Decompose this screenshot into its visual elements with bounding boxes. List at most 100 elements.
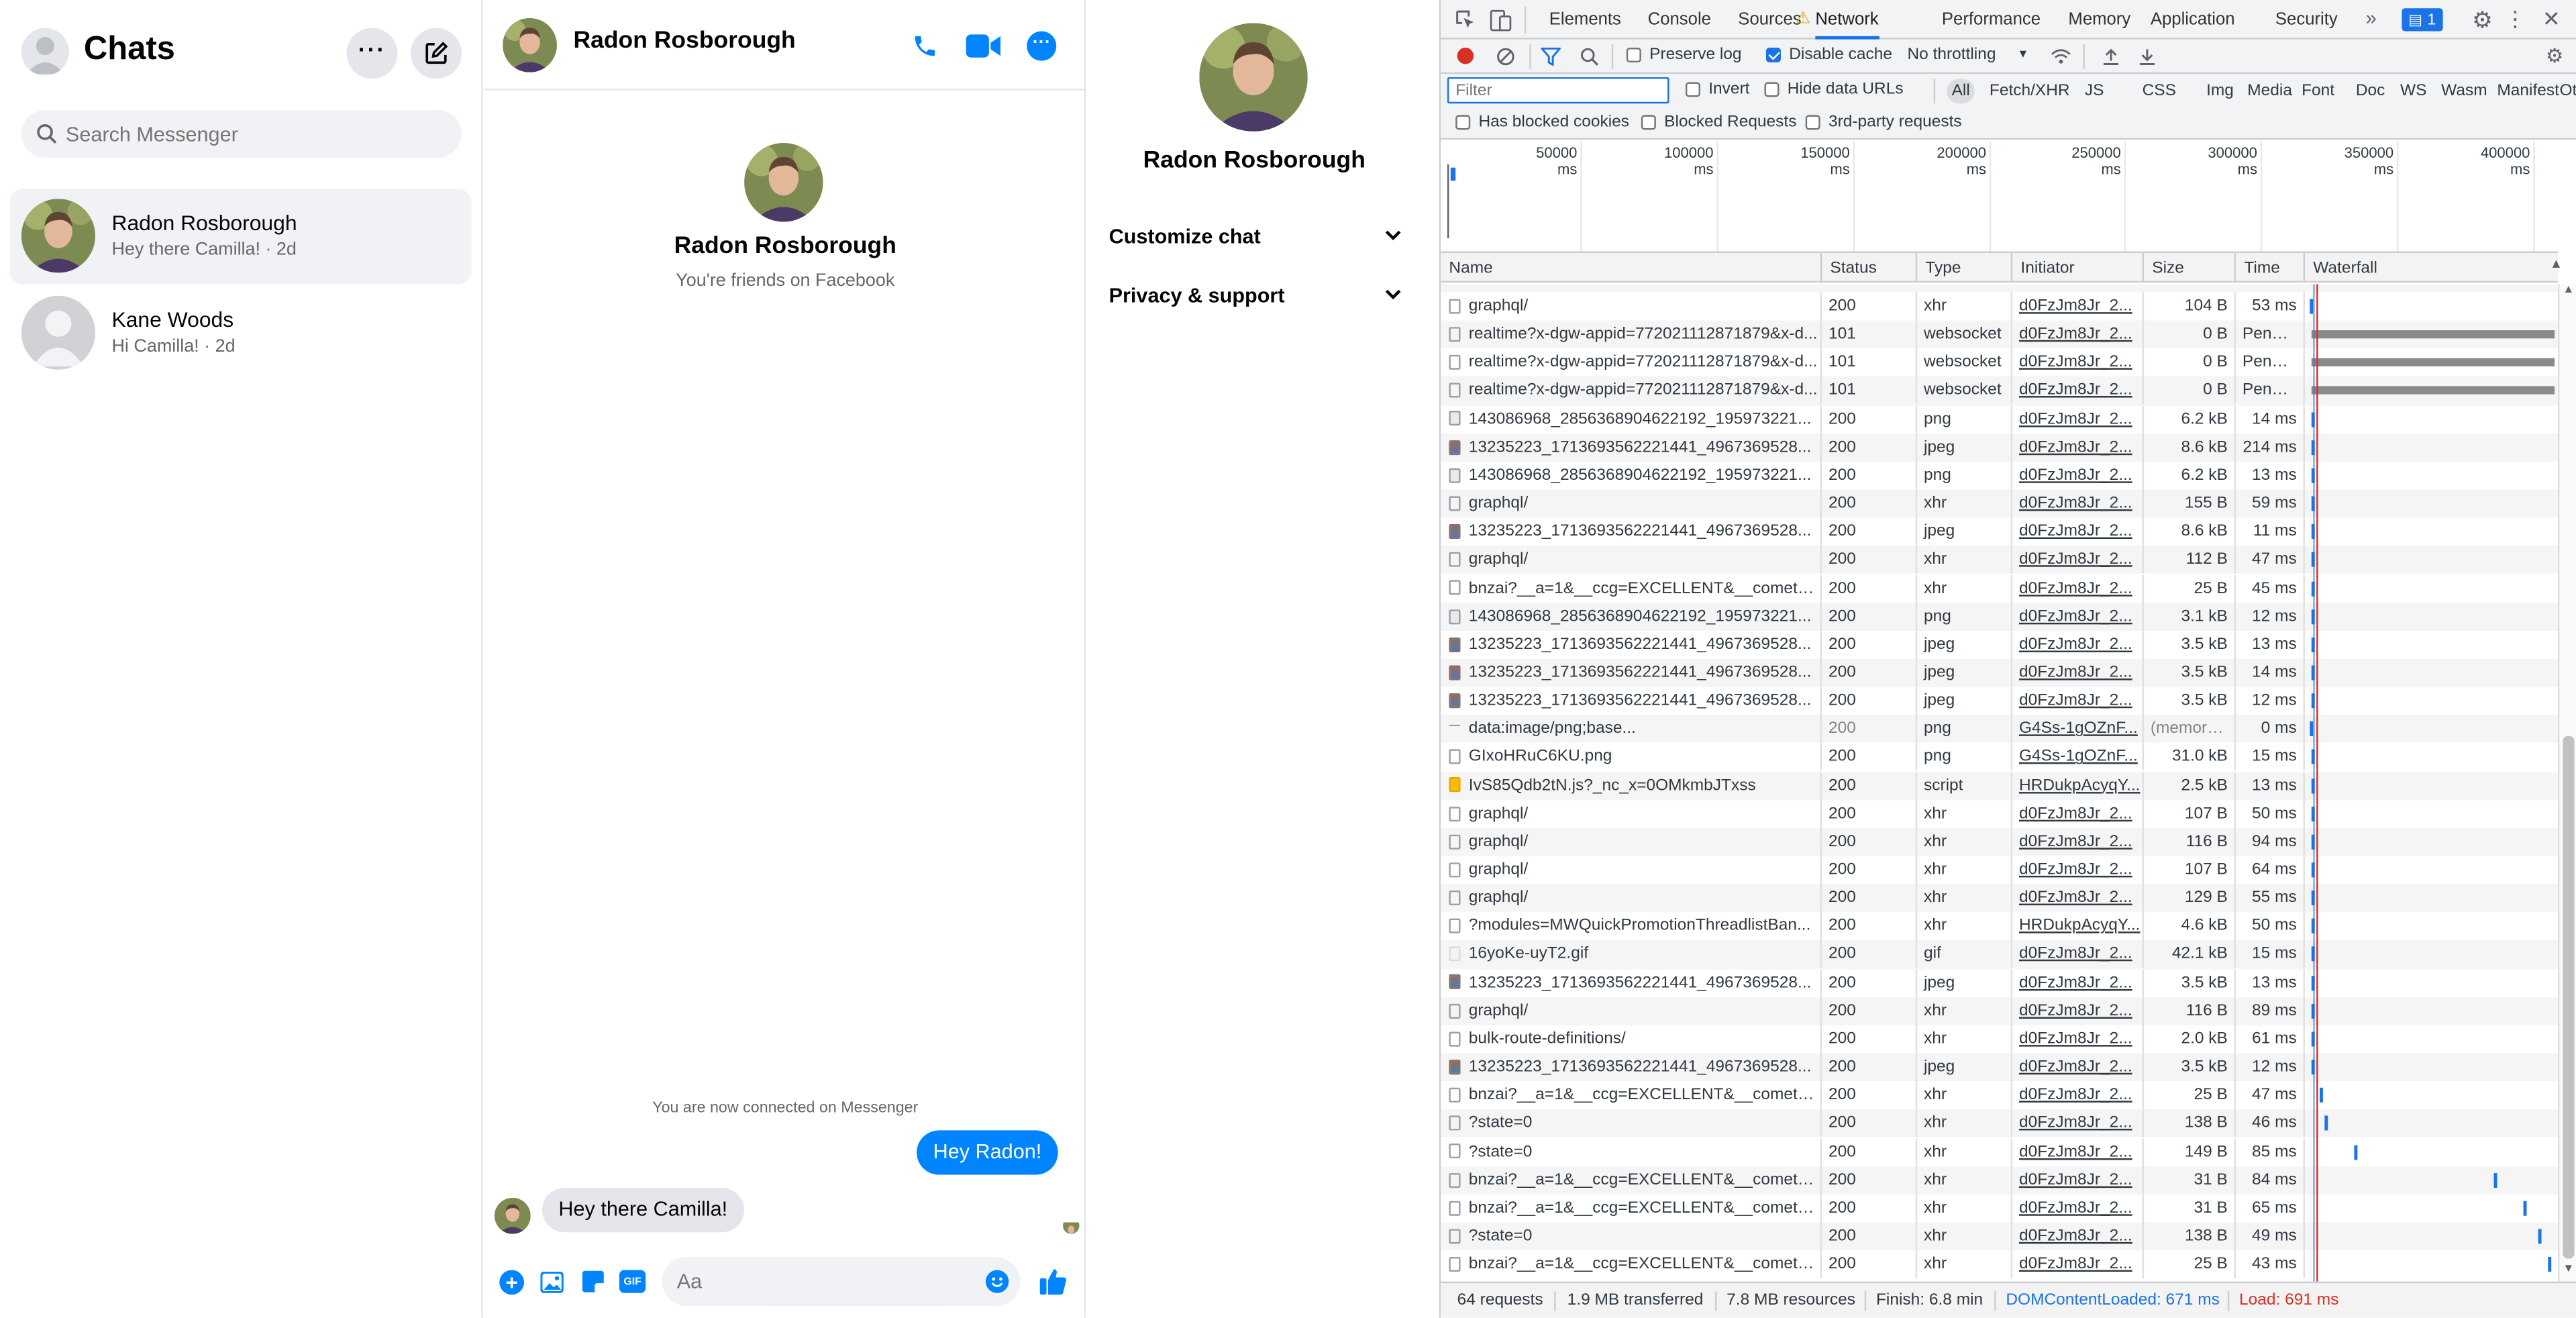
table-row[interactable]: 143086968_2856368904622192_195973221... 2… bbox=[1441, 602, 2559, 631]
tab-console[interactable]: Console bbox=[1648, 0, 1711, 38]
cell-initiator[interactable]: d0FzJm8Jr_2... bbox=[2012, 1081, 2145, 1110]
cell-initiator[interactable]: d0FzJm8Jr_2... bbox=[2012, 433, 2145, 462]
invert-checkbox[interactable]: Invert bbox=[1685, 81, 1749, 99]
table-row[interactable]: data:image/png;base... 200 png G4Ss-1gOZnF.… bbox=[1441, 715, 2559, 744]
cell-initiator[interactable]: d0FzJm8Jr_2... bbox=[2012, 292, 2145, 321]
cell-initiator[interactable]: d0FzJm8Jr_2... bbox=[2012, 1222, 2145, 1251]
type-filter-all[interactable]: All bbox=[1947, 79, 1975, 104]
column-header-size[interactable]: Size bbox=[2144, 253, 2236, 283]
message-input-wrapper[interactable] bbox=[662, 1256, 1021, 1307]
checkbox[interactable] bbox=[1685, 82, 1700, 97]
cell-initiator[interactable]: d0FzJm8Jr_2... bbox=[2012, 856, 2145, 884]
cell-initiator[interactable]: G4Ss-1gOZnF... bbox=[2012, 743, 2145, 772]
table-row[interactable]: bnzai?__a=1&__ccg=EXCELLENT&__comet_re..… bbox=[1441, 1081, 2558, 1110]
filter-input[interactable] bbox=[1447, 77, 1669, 104]
tab-memory[interactable]: Memory bbox=[2068, 0, 2130, 38]
checkbox[interactable] bbox=[1455, 115, 1471, 130]
cell-initiator[interactable]: d0FzJm8Jr_2... bbox=[2012, 1025, 2145, 1054]
network-settings-button[interactable]: ⚙ bbox=[2543, 44, 2566, 67]
record-button[interactable] bbox=[1457, 48, 1474, 64]
table-row[interactable]: bnzai?__a=1&__ccg=EXCELLENT&__comet_re..… bbox=[1441, 574, 2558, 603]
customize-devtools-button[interactable]: ⋮ bbox=[2504, 7, 2526, 33]
device-toolbar-button[interactable] bbox=[1488, 8, 1511, 31]
sticker-button[interactable] bbox=[580, 1268, 606, 1295]
table-row[interactable]: 16yoKe-uyT2.gif 200 gif d0FzJm8Jr_2... 42.1 … bbox=[1441, 940, 2559, 969]
audio-call-button[interactable] bbox=[909, 30, 941, 62]
tab-performance[interactable]: Performance bbox=[1942, 0, 2041, 38]
table-row[interactable]: ?state=0 200 xhr d0FzJm8Jr_2... 138 B 46 ms bbox=[1441, 1109, 2559, 1138]
table-row[interactable]: graphql/200 xhr d0FzJm8Jr_2... 155 B 59 ms bbox=[1441, 489, 2559, 518]
table-row[interactable]: 13235223_1713693562221441_4967369528... 2… bbox=[1441, 433, 2559, 462]
table-row[interactable]: graphql/200 xhr d0FzJm8Jr_2... 129 B 55 ms bbox=[1441, 884, 2559, 913]
has-blocked-cookies-checkbox[interactable]: Has blocked cookies bbox=[1455, 113, 1629, 132]
cell-initiator[interactable]: d0FzJm8Jr_2... bbox=[2012, 461, 2145, 490]
table-row[interactable]: graphql/200 xhr d0FzJm8Jr_2... 104 B 53 ms bbox=[1441, 292, 2558, 321]
cell-initiator[interactable]: d0FzJm8Jr_2... bbox=[2012, 320, 2145, 349]
message-bubble-incoming[interactable]: Hey there Camilla! bbox=[542, 1188, 744, 1233]
chat-item-kane[interactable]: Kane Woods Hi Camilla! · 2d bbox=[10, 286, 472, 381]
type-filter-other[interactable]: Other bbox=[2555, 79, 2576, 104]
table-row[interactable]: bnzai?__a=1&__ccg=EXCELLENT&__comet_re..… bbox=[1441, 1250, 2558, 1279]
table-scrollbar[interactable]: ▲ ▼ bbox=[2558, 284, 2576, 1282]
type-filter-js[interactable]: JS bbox=[2080, 79, 2109, 104]
conversation-info-button[interactable]: ··· bbox=[1027, 31, 1057, 61]
table-row[interactable]: 13235223_1713693562221441_4967369528... 2… bbox=[1441, 687, 2558, 715]
cell-initiator[interactable]: d0FzJm8Jr_2... bbox=[2012, 968, 2145, 997]
cell-initiator[interactable]: d0FzJm8Jr_2... bbox=[2012, 799, 2145, 828]
header-avatar[interactable] bbox=[503, 17, 557, 72]
network-overview[interactable]: 50000 ms 100000 ms 150000 ms 200000 ms 25000… bbox=[1441, 141, 2576, 252]
type-filter-img[interactable]: Img bbox=[2202, 79, 2239, 104]
type-filter-wasm[interactable]: Wasm bbox=[2436, 79, 2492, 104]
tab-sources[interactable]: Sources bbox=[1738, 0, 1801, 38]
scroll-down-icon[interactable]: ▼ bbox=[2563, 1264, 2574, 1275]
attach-photo-button[interactable] bbox=[539, 1268, 565, 1295]
type-filter-ws[interactable]: WS bbox=[2395, 79, 2432, 104]
section-privacy-support[interactable]: Privacy & support bbox=[1109, 279, 1408, 312]
checkbox[interactable] bbox=[1626, 48, 1641, 63]
table-row[interactable]: graphql/200 xhr d0FzJm8Jr_2... 116 B 89 ms bbox=[1441, 997, 2559, 1025]
table-row[interactable]: 13235223_1713693562221441_4967369528... 2… bbox=[1441, 1053, 2559, 1082]
table-row[interactable]: 13235223_1713693562221441_4967369528... 2… bbox=[1441, 517, 2558, 546]
table-row[interactable]: ?modules=MWQuickPromotionThreadlistBan..… bbox=[1441, 912, 2558, 941]
type-filter-font[interactable]: Font bbox=[2297, 79, 2340, 104]
section-customize-chat[interactable]: Customize chat bbox=[1109, 220, 1408, 253]
cell-initiator[interactable]: d0FzJm8Jr_2... bbox=[2012, 489, 2145, 518]
table-row[interactable]: graphql/200 xhr d0FzJm8Jr_2... 112 B 47 ms bbox=[1441, 546, 2559, 574]
cell-initiator[interactable]: d0FzJm8Jr_2... bbox=[2012, 997, 2145, 1025]
table-row[interactable]: realtime?x-dgw-appid=772021112871879&x-d… bbox=[1441, 376, 2559, 405]
chat-item-radon[interactable]: Radon Rosborough Hey there Camilla! · 2d bbox=[9, 189, 472, 285]
settings-button[interactable]: ⚙ bbox=[2469, 6, 2495, 33]
search-field[interactable] bbox=[21, 110, 462, 158]
cell-initiator[interactable]: d0FzJm8Jr_2... bbox=[2012, 884, 2145, 913]
cell-initiator[interactable]: G4Ss-1gOZnF... bbox=[2012, 715, 2145, 744]
type-filter-manifest[interactable]: Manifest bbox=[2492, 79, 2564, 104]
table-row[interactable]: ?state=0 200 xhr d0FzJm8Jr_2... 149 B 85 ms bbox=[1441, 1137, 2558, 1166]
checkbox[interactable] bbox=[1765, 48, 1781, 63]
third-party-checkbox[interactable]: 3rd-party requests bbox=[1805, 113, 1962, 132]
type-filter-fetchxhr[interactable]: Fetch/XHR bbox=[1985, 79, 2075, 104]
disable-cache-checkbox[interactable]: Disable cache bbox=[1765, 46, 1892, 64]
throttling-select[interactable]: No throttling ▼ bbox=[1907, 46, 2028, 64]
video-call-button[interactable] bbox=[964, 30, 1004, 62]
cell-initiator[interactable]: HRDukpAcyqY... bbox=[2012, 912, 2145, 941]
table-row[interactable]: IvS85Qdb2tN.js?_nc_x=0OMkmbJTxss 200 scrip… bbox=[1441, 771, 2559, 800]
inspect-element-button[interactable] bbox=[1454, 8, 1477, 31]
cell-initiator[interactable]: d0FzJm8Jr_2... bbox=[2012, 827, 2145, 856]
message-bubble-outgoing[interactable]: Hey Radon! bbox=[917, 1130, 1058, 1175]
column-header-name[interactable]: Name bbox=[1441, 253, 1822, 283]
message-input[interactable] bbox=[676, 1270, 973, 1293]
table-row[interactable]: bnzai?__a=1&__ccg=EXCELLENT&__comet_re..… bbox=[1441, 1166, 2559, 1195]
column-header-time[interactable]: Time bbox=[2236, 253, 2305, 283]
cell-initiator[interactable]: d0FzJm8Jr_2... bbox=[2012, 1137, 2145, 1166]
table-row[interactable]: bnzai?__a=1&__ccg=EXCELLENT&__comet_re..… bbox=[1441, 1194, 2558, 1223]
header-name[interactable]: Radon Rosborough bbox=[573, 28, 795, 54]
issues-badge[interactable]: ▤ 1 bbox=[2402, 8, 2443, 32]
close-devtools-button[interactable]: ✕ bbox=[2538, 7, 2565, 33]
column-header-initiator[interactable]: Initiator bbox=[2012, 253, 2145, 283]
more-tabs-button[interactable]: » bbox=[2366, 7, 2377, 30]
cell-initiator[interactable]: d0FzJm8Jr_2... bbox=[2012, 348, 2145, 377]
table-row[interactable]: graphql/200 xhr d0FzJm8Jr_2... 107 B 50 ms bbox=[1441, 799, 2558, 828]
cell-initiator[interactable]: d0FzJm8Jr_2... bbox=[2012, 405, 2145, 434]
scroll-up-icon[interactable]: ▲ bbox=[2563, 285, 2574, 296]
export-har-button[interactable] bbox=[2136, 44, 2159, 67]
